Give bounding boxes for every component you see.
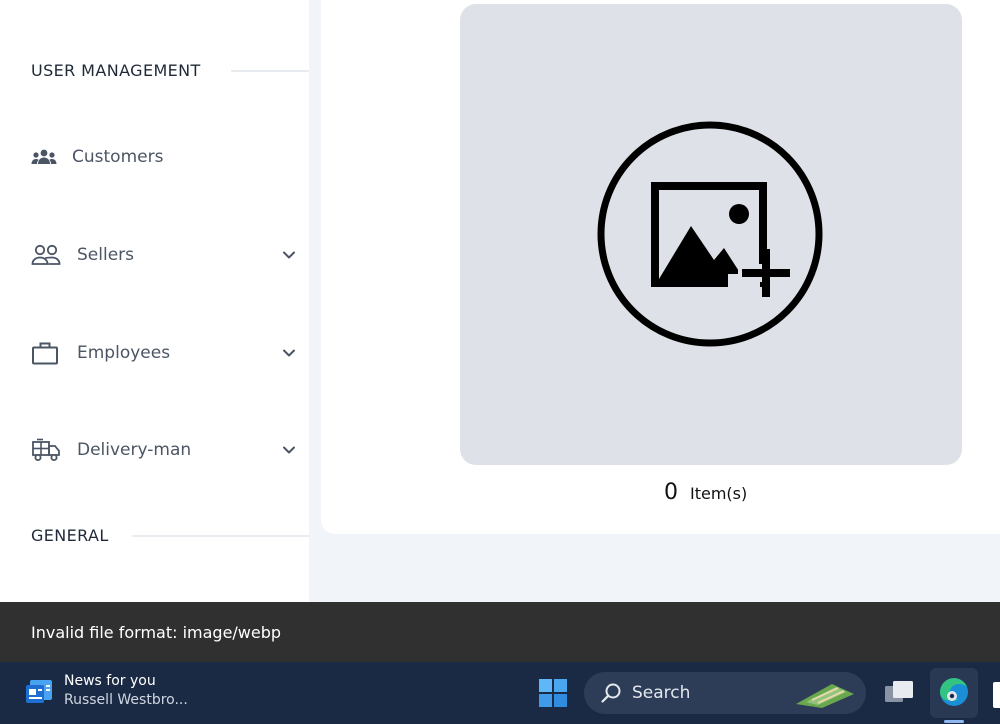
section-title-general: GENERAL (31, 526, 109, 545)
news-widget[interactable]: News for you Russell Westbro... (24, 672, 188, 710)
item-count: 0 Item(s) (664, 480, 747, 505)
error-toast: Invalid file format: image/webp (0, 602, 1000, 662)
sidebar: USER MANAGEMENT Customers Sellers Employ… (0, 0, 309, 602)
edge-browser-icon (940, 678, 968, 706)
chevron-down-icon[interactable] (281, 345, 297, 361)
search-highlight-icon (796, 684, 854, 708)
image-upload-dropzone[interactable] (460, 4, 962, 465)
sidebar-item-sellers[interactable]: Sellers (31, 238, 297, 272)
active-app-indicator (944, 720, 964, 723)
sidebar-item-label: Customers (72, 147, 164, 167)
users-group-icon (31, 145, 61, 169)
item-count-label: Item(s) (690, 484, 748, 503)
taskbar: News for you Russell Westbro... Search (0, 662, 1000, 724)
task-view-icon[interactable] (882, 676, 916, 710)
chevron-down-icon[interactable] (281, 442, 297, 458)
windows-start-icon[interactable] (538, 678, 568, 708)
sidebar-item-delivery-man[interactable]: Delivery-man (31, 433, 297, 467)
add-image-icon (597, 121, 823, 346)
user-pair-icon (31, 243, 61, 267)
search-label: Search (632, 683, 691, 703)
taskbar-app-icon[interactable] (993, 682, 1000, 708)
taskbar-search[interactable]: Search (584, 672, 866, 714)
news-title: News for you (64, 673, 156, 689)
edge-taskbar-button[interactable] (930, 668, 978, 718)
briefcase-icon (31, 341, 61, 365)
toast-message: Invalid file format: image/webp (31, 622, 282, 642)
section-divider (231, 70, 309, 72)
item-count-value: 0 (664, 480, 678, 505)
sidebar-item-label: Employees (77, 343, 171, 363)
delivery-truck-icon (31, 438, 61, 462)
section-divider (132, 535, 309, 537)
sidebar-item-label: Delivery-man (77, 440, 192, 460)
chevron-down-icon[interactable] (281, 247, 297, 263)
news-icon (26, 680, 52, 703)
sidebar-item-employees[interactable]: Employees (31, 336, 297, 370)
search-icon (601, 683, 621, 703)
sidebar-item-customers[interactable]: Customers (31, 140, 297, 174)
sidebar-item-label: Sellers (77, 245, 135, 265)
section-title-user-management: USER MANAGEMENT (31, 61, 201, 80)
news-subtitle: Russell Westbro... (64, 692, 188, 708)
